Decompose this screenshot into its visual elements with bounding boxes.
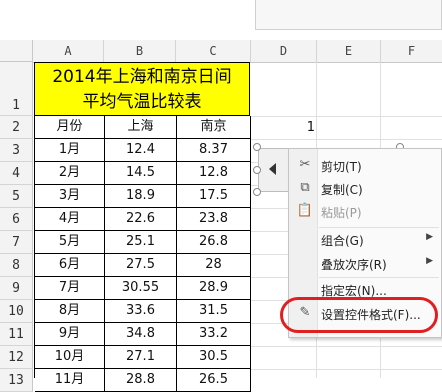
table-cell[interactable]: 34.8 (105, 323, 177, 346)
column-header-f[interactable]: F (381, 40, 442, 63)
table-cell[interactable]: 28.9 (177, 277, 251, 300)
table-cell[interactable]: 30.5 (177, 346, 251, 369)
column-header-d[interactable]: D (251, 40, 317, 63)
copy-icon: ⧉ (300, 180, 310, 195)
table-cell[interactable]: 22.6 (105, 208, 177, 231)
row-header-4[interactable]: 4 (0, 162, 33, 185)
table-cell[interactable]: 28.8 (105, 369, 177, 392)
submenu-arrow-icon: ▶ (426, 232, 433, 242)
table-title[interactable]: 2014年上海和南京日间 平均气温比较表 (34, 62, 250, 116)
cell-d2[interactable]: 1 (251, 116, 315, 139)
table-cell[interactable]: 26.5 (177, 369, 251, 392)
table-cell[interactable]: 28 (177, 254, 251, 277)
grid-line (250, 139, 442, 140)
table-cell[interactable]: 9月 (35, 323, 105, 346)
menu-item-label: 剪切(T) (321, 160, 362, 174)
column-header-c[interactable]: C (176, 40, 251, 63)
column-header-b[interactable]: B (104, 40, 176, 63)
toolbar-box (255, 0, 442, 30)
table-cell[interactable]: 2月 (35, 162, 105, 185)
header-nanjing[interactable]: 南京 (177, 116, 251, 139)
table-cell[interactable]: 30.55 (105, 277, 177, 300)
menu-item-label: 粘贴(P) (321, 206, 362, 220)
header-shanghai[interactable]: 上海 (105, 116, 177, 139)
scissors-icon: ✂ (299, 157, 311, 172)
menu-item-copy[interactable]: ⧉ 复制(C) (289, 178, 442, 200)
row-header-9[interactable]: 9 (0, 277, 33, 300)
table-cell[interactable]: 11月 (35, 369, 105, 392)
table-cell[interactable]: 27.5 (105, 254, 177, 277)
table-cell[interactable]: 27.1 (105, 346, 177, 369)
arrow-left-icon[interactable] (269, 163, 276, 175)
menu-item-order[interactable]: 叠放次序(R) ▶ (289, 253, 442, 275)
menu-item-group[interactable]: 组合(G) ▶ (289, 229, 442, 251)
row-header-2[interactable]: 2 (0, 116, 33, 139)
table-cell[interactable]: 8月 (35, 300, 105, 323)
row-header-5[interactable]: 5 (0, 185, 33, 208)
grid-line (250, 346, 442, 347)
menu-item-paste[interactable]: 📋 粘贴(P) (289, 201, 442, 223)
table-title-line2: 平均气温比较表 (82, 92, 202, 112)
table-cell[interactable]: 33.2 (177, 323, 251, 346)
grid-line (250, 369, 442, 370)
row-header-13[interactable]: 13 (0, 369, 33, 392)
row-header-6[interactable]: 6 (0, 208, 33, 231)
menu-item-cut[interactable]: ✂ 剪切(T) (289, 155, 442, 177)
table-cell[interactable]: 5月 (35, 231, 105, 254)
column-header-e[interactable]: E (317, 40, 381, 63)
table-cell[interactable]: 33.6 (105, 300, 177, 323)
table-cell[interactable]: 26.8 (177, 231, 251, 254)
header-month[interactable]: 月份 (35, 116, 105, 139)
selection-handle[interactable] (253, 166, 261, 174)
paste-icon: 📋 (296, 203, 314, 218)
row-header-1[interactable]: 1 (0, 62, 33, 116)
submenu-arrow-icon: ▶ (426, 256, 433, 266)
table-cell[interactable]: 12.4 (105, 139, 177, 162)
table-cell[interactable]: 6月 (35, 254, 105, 277)
table-cell[interactable]: 31.5 (177, 300, 251, 323)
row-header-11[interactable]: 11 (0, 323, 33, 346)
table-cell[interactable]: 4月 (35, 208, 105, 231)
row-header-8[interactable]: 8 (0, 254, 33, 277)
menu-separator (319, 227, 439, 228)
data-table: 月份 上海 南京 1月 12.4 8.37 2月 14.5 12.8 3月 18… (34, 116, 251, 392)
row-header-10[interactable]: 10 (0, 300, 33, 323)
row-header-12[interactable]: 12 (0, 346, 33, 369)
scrollbar-control[interactable] (258, 148, 290, 192)
select-all-corner[interactable] (0, 40, 33, 62)
menu-item-label: 叠放次序(R) (321, 258, 387, 272)
table-cell[interactable]: 1月 (35, 139, 105, 162)
table-cell[interactable]: 8.37 (177, 139, 251, 162)
menu-separator (319, 277, 439, 278)
selection-handle[interactable] (253, 143, 261, 151)
table-title-line1: 2014年上海和南京日间 (52, 67, 232, 87)
table-cell[interactable]: 3月 (35, 185, 105, 208)
table-cell[interactable]: 14.5 (105, 162, 177, 185)
menu-item-label: 组合(G) (321, 234, 364, 248)
menu-item-label: 复制(C) (321, 183, 363, 197)
highlight-ellipse (280, 297, 438, 333)
table-cell[interactable]: 12.8 (177, 162, 251, 185)
table-cell[interactable]: 18.9 (105, 185, 177, 208)
selection-handle[interactable] (253, 188, 261, 196)
row-header-3[interactable]: 3 (0, 139, 33, 162)
table-cell[interactable]: 25.1 (105, 231, 177, 254)
table-cell[interactable]: 23.8 (177, 208, 251, 231)
table-cell[interactable]: 17.5 (177, 185, 251, 208)
column-header-a[interactable]: A (33, 40, 104, 63)
row-header-7[interactable]: 7 (0, 231, 33, 254)
table-cell[interactable]: 10月 (35, 346, 105, 369)
table-cell[interactable]: 7月 (35, 277, 105, 300)
